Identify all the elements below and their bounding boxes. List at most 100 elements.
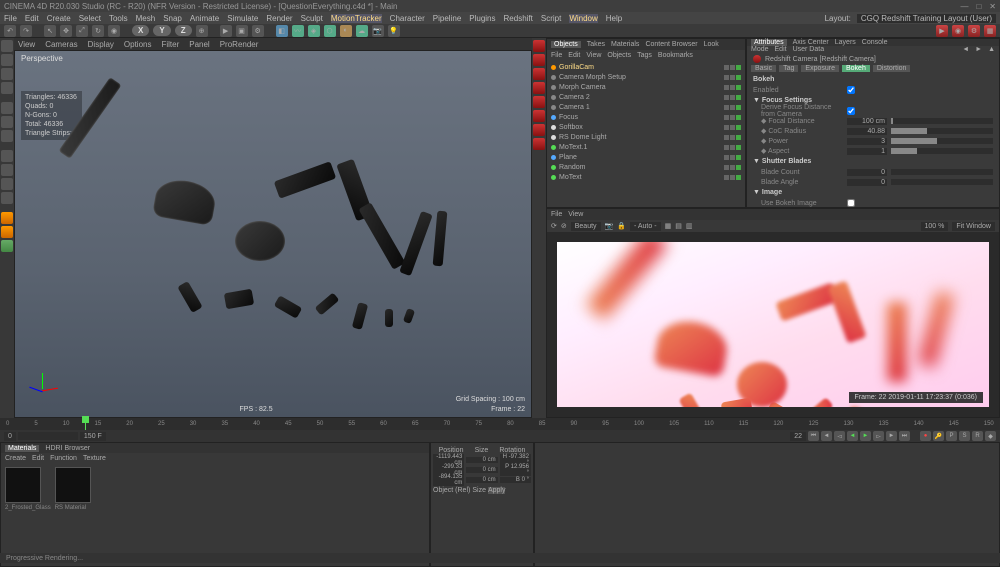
blade-count-slider[interactable] [891, 169, 993, 175]
scale-tool-icon[interactable]: ⤢ [76, 25, 88, 37]
tweak-mode-icon[interactable] [1, 212, 13, 224]
tab-takes[interactable]: Takes [587, 41, 605, 48]
menu-pipeline[interactable]: Pipeline [433, 14, 461, 23]
object-mode-icon[interactable] [1, 54, 13, 66]
object-tree[interactable]: GorillaCamCamera Morph SetupMorph Camera… [547, 60, 745, 207]
rs-tool-8-icon[interactable] [533, 138, 545, 150]
visibility-icon[interactable] [724, 175, 729, 180]
object-row[interactable]: MoText [551, 172, 741, 182]
soft-select-icon[interactable] [1, 226, 13, 238]
next-frame-icon[interactable]: ▻ [873, 431, 884, 441]
timeline-ruler[interactable]: 0510152025303540455055606570758085909510… [0, 418, 1000, 430]
mat-create[interactable]: Create [5, 455, 26, 462]
object-row[interactable]: MoText.1 [551, 142, 741, 152]
object-row[interactable]: Camera Morph Setup [551, 72, 741, 82]
texture-mode-icon[interactable] [1, 68, 13, 80]
prev-frame-icon[interactable]: ◅ [834, 431, 845, 441]
vp-prorender[interactable]: ProRender [220, 40, 259, 49]
tab-hdri[interactable]: HDRI Browser [45, 445, 90, 452]
derive-checkbox[interactable] [847, 107, 855, 115]
render-vis-icon[interactable] [730, 95, 735, 100]
rs-ipr-icon[interactable]: ◉ [952, 25, 964, 37]
object-row[interactable]: Random [551, 162, 741, 172]
subtab-exposure[interactable]: Exposure [801, 65, 839, 72]
menu-plugins[interactable]: Plugins [469, 14, 495, 23]
attr-value-field[interactable]: 3 [847, 138, 887, 145]
visibility-icon[interactable] [724, 135, 729, 140]
record-icon[interactable]: ● [920, 431, 931, 441]
obj-objects[interactable]: Objects [607, 52, 631, 59]
menu-redshift[interactable]: Redshift [504, 14, 533, 23]
autokey-icon[interactable]: 🔑 [933, 431, 944, 441]
rs-tool-3-icon[interactable] [533, 68, 545, 80]
coord-rot[interactable]: B 0 ° [500, 477, 531, 483]
tab-layers[interactable]: Layers [835, 39, 856, 46]
visibility-icon[interactable] [724, 145, 729, 150]
vp-panel[interactable]: Panel [189, 40, 209, 49]
render-vis-icon[interactable] [730, 115, 735, 120]
visibility-icon[interactable] [724, 95, 729, 100]
enable-icon[interactable] [736, 95, 741, 100]
menu-window[interactable]: Window [569, 14, 597, 23]
tl-range-slider[interactable] [18, 432, 78, 440]
locked-workplane-icon[interactable] [1, 192, 13, 204]
render-vis-icon[interactable] [730, 105, 735, 110]
visibility-icon[interactable] [724, 105, 729, 110]
render-vis-icon[interactable] [730, 65, 735, 70]
enable-icon[interactable] [736, 115, 741, 120]
key-rot-icon[interactable]: R [972, 431, 983, 441]
rv-file[interactable]: File [551, 211, 562, 218]
render-image-area[interactable]: Frame: 22 2019-01-11 17:23:37 (0:036) [547, 232, 999, 417]
enable-icon[interactable] [736, 105, 741, 110]
obj-edit[interactable]: Edit [568, 52, 580, 59]
shutter-header[interactable]: ▼ Shutter Blades [753, 158, 993, 165]
axis-y[interactable]: Y [153, 25, 170, 36]
tab-attributes[interactable]: Attributes [751, 39, 787, 46]
render-settings-icon[interactable]: ⚙ [252, 25, 264, 37]
use-bokeh-checkbox[interactable] [847, 199, 855, 207]
coord-mode1[interactable]: Object (Rel) [433, 487, 470, 494]
coord-mode2[interactable]: Size [472, 487, 486, 494]
goto-start-icon[interactable]: ⏮ [808, 431, 819, 441]
model-mode-icon[interactable] [1, 40, 13, 52]
key-pos-icon[interactable]: P [946, 431, 957, 441]
object-row[interactable]: Camera 1 [551, 102, 741, 112]
point-mode-icon[interactable] [1, 102, 13, 114]
next-key-icon[interactable]: ► [886, 431, 897, 441]
attr-value-field[interactable]: 1 [847, 148, 887, 155]
render-icon[interactable]: ▶ [220, 25, 232, 37]
recent-tool-icon[interactable]: ◉ [108, 25, 120, 37]
vp-cameras[interactable]: Cameras [45, 40, 77, 49]
nurbs-icon[interactable]: ◈ [308, 25, 320, 37]
coord-pos[interactable]: -894.135 cm [433, 474, 464, 486]
redo-icon[interactable]: ↷ [20, 25, 32, 37]
enable-icon[interactable] [736, 135, 741, 140]
maximize-icon[interactable]: □ [976, 2, 981, 11]
menu-simulate[interactable]: Simulate [227, 14, 258, 23]
coord-size[interactable]: 0 cm [466, 457, 497, 463]
coord-size[interactable]: 0 cm [466, 467, 497, 473]
enabled-checkbox[interactable] [847, 86, 855, 94]
tab-axis-center[interactable]: Axis Center [793, 39, 829, 46]
vp-options[interactable]: Options [124, 40, 152, 49]
object-row[interactable]: Morph Camera [551, 82, 741, 92]
rs-tool-5-icon[interactable] [533, 96, 545, 108]
vp-display[interactable]: Display [88, 40, 114, 49]
material-swatch[interactable] [5, 467, 41, 503]
rv-auto-dropdown[interactable]: - Auto - [630, 222, 661, 231]
tab-look[interactable]: Look [704, 41, 719, 48]
rv-zoom-field[interactable]: 100 % [921, 222, 949, 231]
attr-slider[interactable] [891, 148, 993, 154]
perspective-viewport[interactable]: Perspective Triangles: 46336 Quads: 0 N-… [14, 50, 532, 418]
axis-z[interactable]: Z [175, 25, 192, 36]
attr-slider[interactable] [891, 138, 993, 144]
world-axis-icon[interactable]: ⊕ [196, 25, 208, 37]
subtab-basic[interactable]: Basic [751, 65, 776, 72]
vp-view[interactable]: View [18, 40, 35, 49]
enable-axis-icon[interactable] [1, 150, 13, 162]
tl-end[interactable]: 150 F [80, 432, 106, 441]
menu-script[interactable]: Script [541, 14, 561, 23]
generator-icon[interactable]: ⬡ [324, 25, 336, 37]
blade-count-field[interactable]: 0 [847, 169, 887, 176]
attr-userdata[interactable]: User Data [793, 46, 825, 53]
